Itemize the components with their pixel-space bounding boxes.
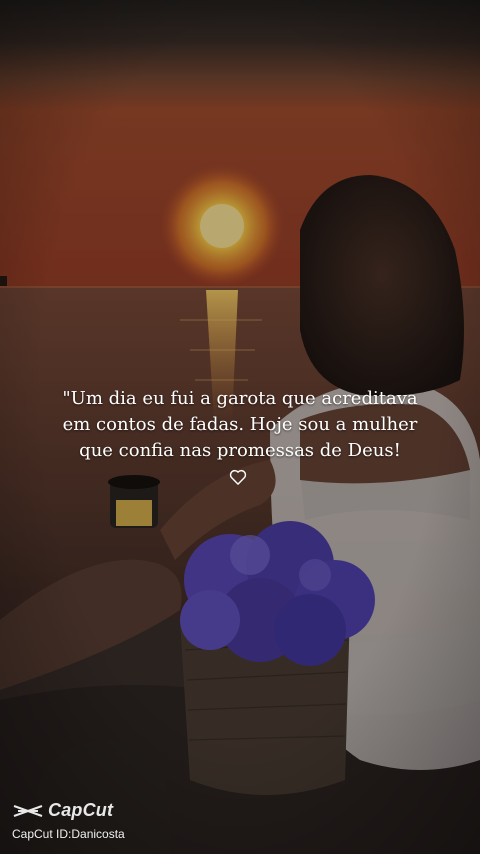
capcut-logo-icon — [13, 804, 43, 817]
capcut-id: CapCut ID:Danicosta — [12, 827, 125, 841]
capcut-watermark: CapCut CapCut ID:Danicosta — [12, 800, 125, 841]
heart-outline-icon — [229, 469, 247, 485]
capcut-brand: CapCut — [48, 800, 114, 820]
quote-line-3: que confia nas promessas de Deus! — [79, 440, 401, 461]
quote-line-2: em contos de fadas. Hoje sou a mulher — [62, 414, 418, 435]
quote-line-1: "Um dia eu fui a garota que acreditava — [62, 388, 418, 409]
quote-text: "Um dia eu fui a garota que acreditava e… — [0, 386, 480, 464]
